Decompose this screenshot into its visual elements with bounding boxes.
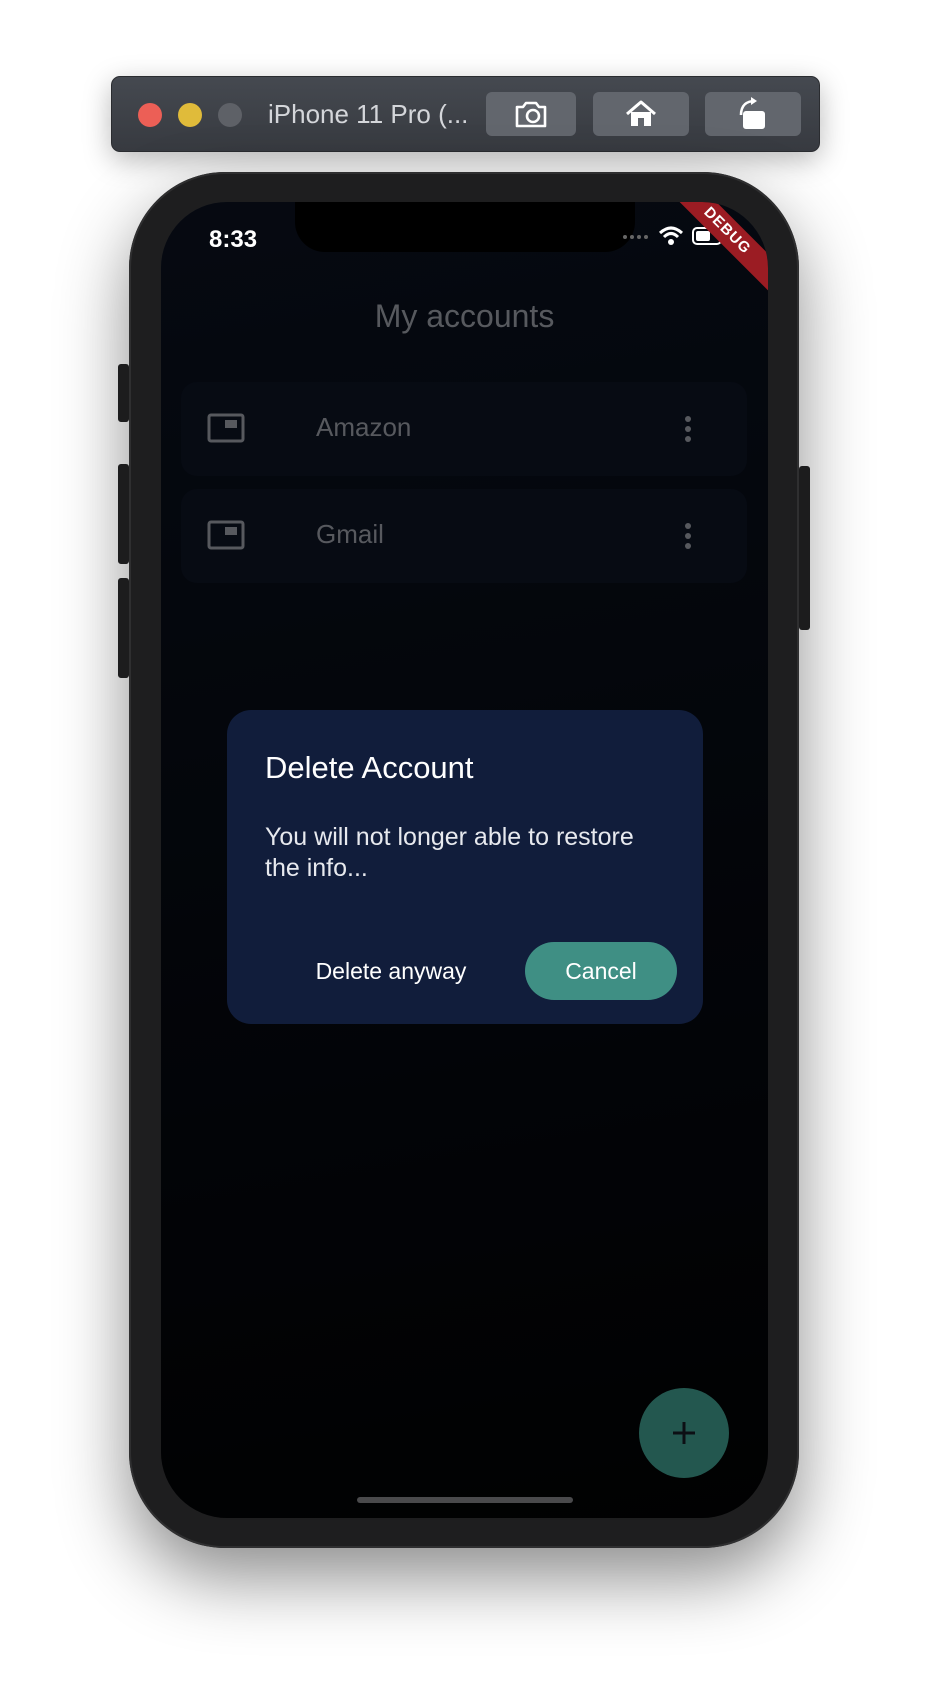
home-indicator[interactable] [357,1497,573,1503]
wifi-icon [658,226,684,245]
phone-screen: 8:33 DEBUG My accounts Amazon Gmail Dele… [161,202,768,1518]
delete-account-dialog: Delete Account You will not longer able … [227,710,703,1024]
power-button [799,466,810,630]
silent-switch [118,364,129,422]
add-icon [673,1422,695,1444]
signal-icon [623,235,648,239]
home-icon [626,100,656,126]
add-account-fab[interactable] [639,1388,729,1478]
screenshot-button[interactable] [486,92,576,136]
screenshot-icon [515,101,547,128]
rotate-button[interactable] [705,92,801,136]
simulator-title: iPhone 11 Pro (... [268,99,469,129]
dialog-message: You will not longer able to restore the … [265,823,634,882]
notch [295,202,635,252]
cancel-button[interactable]: Cancel [525,942,677,1000]
phone-frame: 8:33 DEBUG My accounts Amazon Gmail Dele… [118,172,810,1548]
volume-up-button [118,464,129,564]
simulator-toolbar: iPhone 11 Pro (... [111,76,820,152]
dialog-title: Delete Account [265,750,474,785]
rotate-icon [739,97,765,129]
status-time: 8:33 [209,226,258,253]
zoom-window-button[interactable] [218,103,242,127]
minimize-window-button[interactable] [178,103,202,127]
home-button[interactable] [593,92,689,136]
delete-anyway-button[interactable]: Delete anyway [291,942,491,1000]
close-window-button[interactable] [138,103,162,127]
volume-down-button [118,578,129,678]
